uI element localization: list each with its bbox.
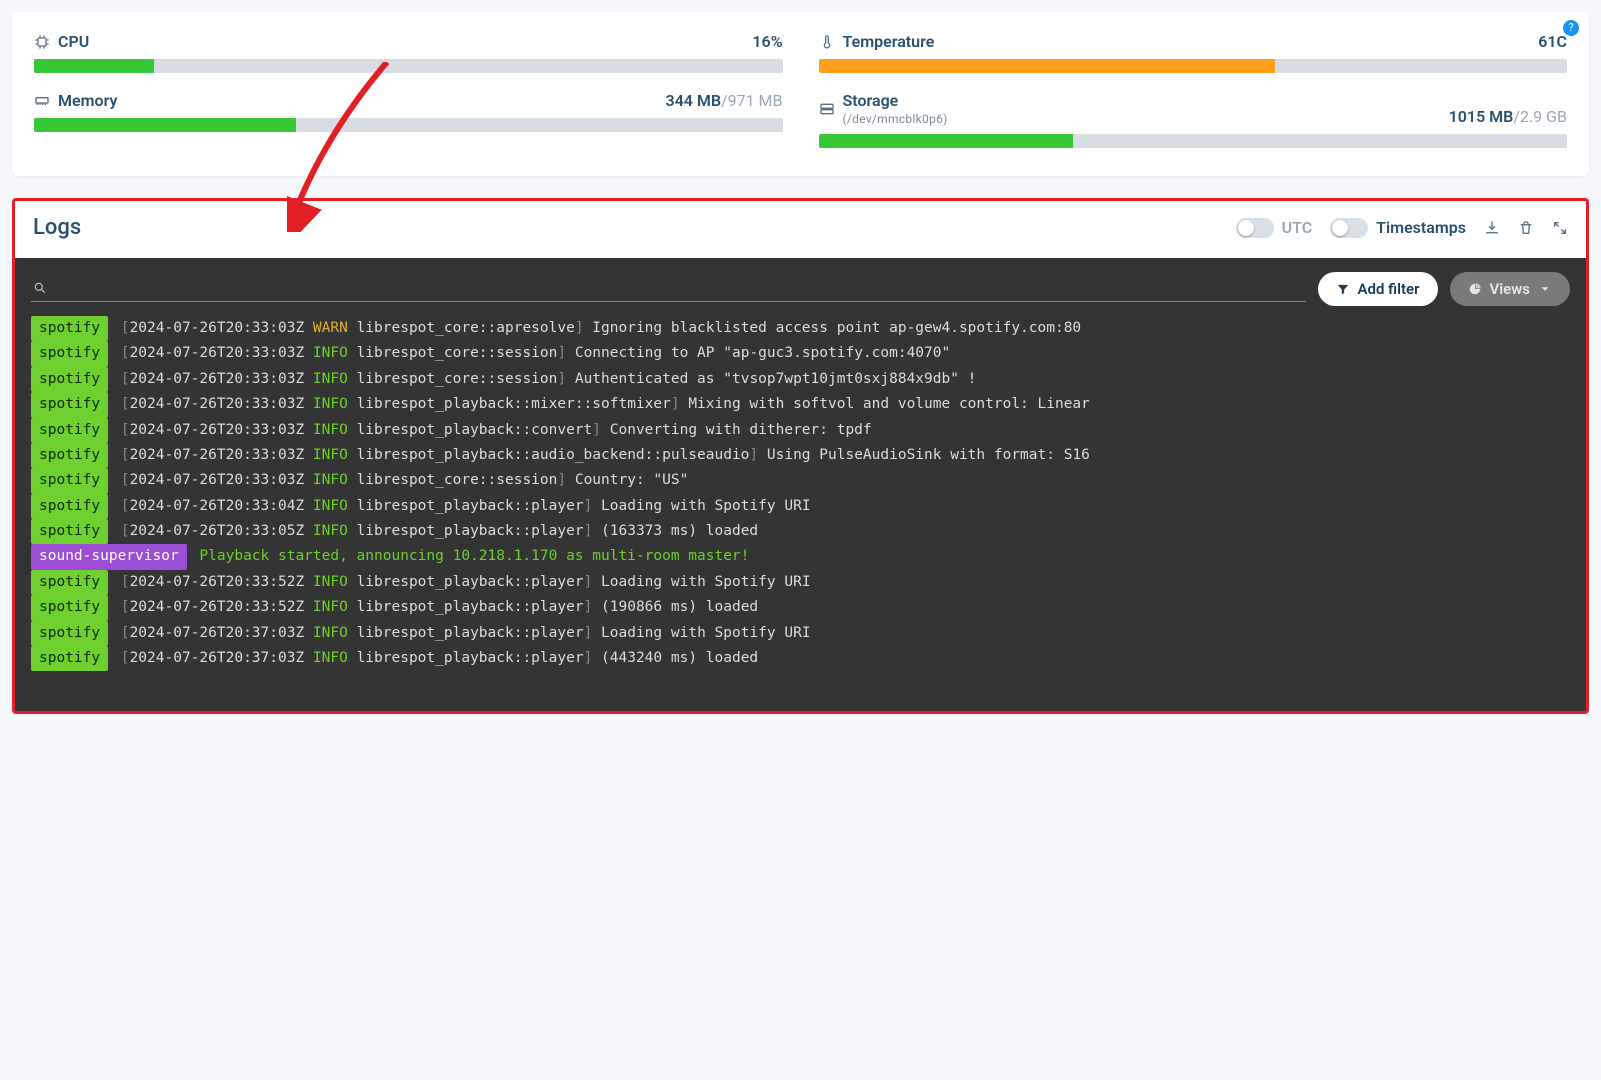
log-line: spotify [2024-07-26T20:33:03Z INFO libre…: [31, 418, 1570, 443]
temp-label: Temperature: [843, 32, 935, 51]
toggle-utc-label: UTC: [1282, 218, 1313, 237]
log-line: spotify [2024-07-26T20:33:03Z WARN libre…: [31, 316, 1570, 341]
cpu-gauge: [34, 59, 783, 73]
stat-temp: Temperature 61C: [819, 32, 1568, 73]
stat-cpu: CPU 16%: [34, 32, 783, 73]
stats-card: ? CPU 16% Tempera: [12, 12, 1589, 176]
expand-button[interactable]: [1552, 220, 1568, 236]
temp-value: 61C: [1538, 32, 1567, 51]
storage-gauge: [819, 134, 1568, 148]
log-line: spotify [2024-07-26T20:33:04Z INFO libre…: [31, 494, 1570, 519]
logs-title: Logs: [33, 215, 81, 240]
views-button[interactable]: Views: [1450, 272, 1571, 306]
memory-value: 344 MB/971 MB: [665, 91, 782, 110]
log-line: spotify [2024-07-26T20:33:03Z INFO libre…: [31, 443, 1570, 468]
storage-label: Storage: [843, 91, 899, 110]
cpu-value: 16%: [752, 32, 782, 51]
thermometer-icon: [819, 34, 835, 50]
toggle-utc[interactable]: UTC: [1236, 218, 1313, 238]
toggle-timestamps[interactable]: Timestamps: [1330, 218, 1466, 238]
log-line: spotify [2024-07-26T20:33:52Z INFO libre…: [31, 595, 1570, 620]
help-icon[interactable]: ?: [1563, 20, 1579, 36]
memory-label: Memory: [58, 91, 117, 110]
stat-memory: Memory 344 MB/971 MB: [34, 91, 783, 148]
log-line: spotify [2024-07-26T20:37:03Z INFO libre…: [31, 646, 1570, 671]
storage-sublabel: (/dev/mmcblk0p6): [843, 112, 948, 126]
memory-gauge: [34, 118, 783, 132]
storage-icon: [819, 101, 835, 117]
log-search[interactable]: [31, 277, 1306, 302]
log-line: spotify [2024-07-26T20:37:03Z INFO libre…: [31, 621, 1570, 646]
add-filter-button[interactable]: Add filter: [1318, 272, 1438, 306]
trash-button[interactable]: [1518, 220, 1534, 236]
log-line: spotify [2024-07-26T20:33:52Z INFO libre…: [31, 570, 1570, 595]
log-line: spotify [2024-07-26T20:33:03Z INFO libre…: [31, 468, 1570, 493]
download-button[interactable]: [1484, 220, 1500, 236]
chevron-down-icon: [1538, 282, 1552, 296]
log-line: spotify [2024-07-26T20:33:03Z INFO libre…: [31, 367, 1570, 392]
cpu-label: CPU: [58, 32, 89, 51]
temp-gauge: [819, 59, 1568, 73]
log-line: sound-supervisor Playback started, annou…: [31, 544, 1570, 569]
log-line: spotify [2024-07-26T20:33:03Z INFO libre…: [31, 341, 1570, 366]
toggle-timestamps-label: Timestamps: [1376, 218, 1466, 237]
stat-storage: Storage (/dev/mmcblk0p6) 1015 MB/2.9 GB: [819, 91, 1568, 148]
storage-value: 1015 MB/2.9 GB: [1449, 107, 1567, 126]
log-line: spotify [2024-07-26T20:33:05Z INFO libre…: [31, 519, 1570, 544]
log-line: spotify [2024-07-26T20:33:03Z INFO libre…: [31, 392, 1570, 417]
cpu-icon: [34, 34, 50, 50]
memory-icon: [34, 93, 50, 109]
log-lines: spotify [2024-07-26T20:33:03Z WARN libre…: [31, 316, 1570, 671]
logs-card: Logs UTC Timestamps: [12, 198, 1589, 714]
